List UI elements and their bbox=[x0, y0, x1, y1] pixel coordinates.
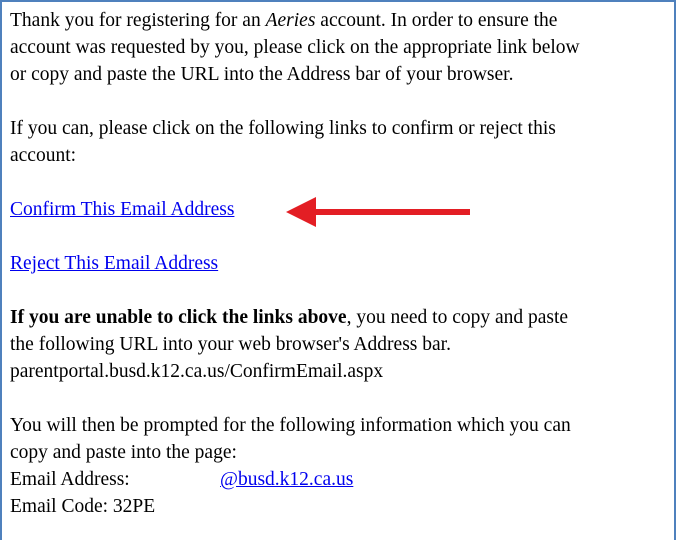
unable-line-1: If you are unable to click the links abo… bbox=[10, 304, 670, 331]
email-address-label: Email Address: bbox=[10, 469, 130, 490]
email-body: Thank you for registering for an Aeries … bbox=[10, 7, 670, 547]
unable-paragraph: If you are unable to click the links abo… bbox=[10, 304, 670, 385]
intro-text-start: Thank you for registering for an bbox=[10, 10, 266, 31]
brand-name: Aeries bbox=[265, 10, 316, 31]
email-code-row: Email Code: 32PE bbox=[10, 493, 670, 520]
reject-email-link[interactable]: Reject This Email Address bbox=[10, 253, 218, 274]
links-intro-line-2: account: bbox=[10, 145, 77, 166]
email-code-value: 32PE bbox=[112, 496, 156, 517]
email-address-link[interactable]: @busd.k12.ca.us bbox=[220, 469, 353, 490]
intro-line-1: Thank you for registering for an Aeries … bbox=[10, 7, 670, 34]
intro-paragraph: Thank you for registering for an Aeries … bbox=[10, 7, 670, 88]
email-code-label: Email Code: bbox=[10, 496, 109, 517]
prompt-paragraph: You will then be prompted for the follow… bbox=[10, 412, 670, 520]
links-intro-paragraph: If you can, please click on the followin… bbox=[10, 115, 670, 169]
confirm-email-link[interactable]: Confirm This Email Address bbox=[10, 199, 234, 220]
prompt-line-1: You will then be prompted for the follow… bbox=[10, 415, 571, 436]
email-address-row: Email Address: @busd.k12.ca.us bbox=[10, 466, 670, 493]
reject-link-row: Reject This Email Address bbox=[10, 250, 670, 277]
prompt-line-2: copy and paste into the page: bbox=[10, 442, 237, 463]
intro-line-2: account was requested by you, please cli… bbox=[10, 37, 580, 58]
confirm-url-text: parentportal.busd.k12.ca.us/ConfirmEmail… bbox=[10, 361, 384, 382]
links-intro-line-1: If you can, please click on the followin… bbox=[10, 118, 556, 139]
intro-line-3: or copy and paste the URL into the Addre… bbox=[10, 64, 514, 85]
unable-bold-text: If you are unable to click the links abo… bbox=[10, 307, 347, 328]
unable-rest-text: , you need to copy and paste bbox=[346, 307, 569, 328]
left-arrow-icon bbox=[286, 197, 470, 227]
intro-text-end: account. In order to ensure the bbox=[315, 10, 558, 31]
unable-line-2: the following URL into your web browser'… bbox=[10, 334, 451, 355]
